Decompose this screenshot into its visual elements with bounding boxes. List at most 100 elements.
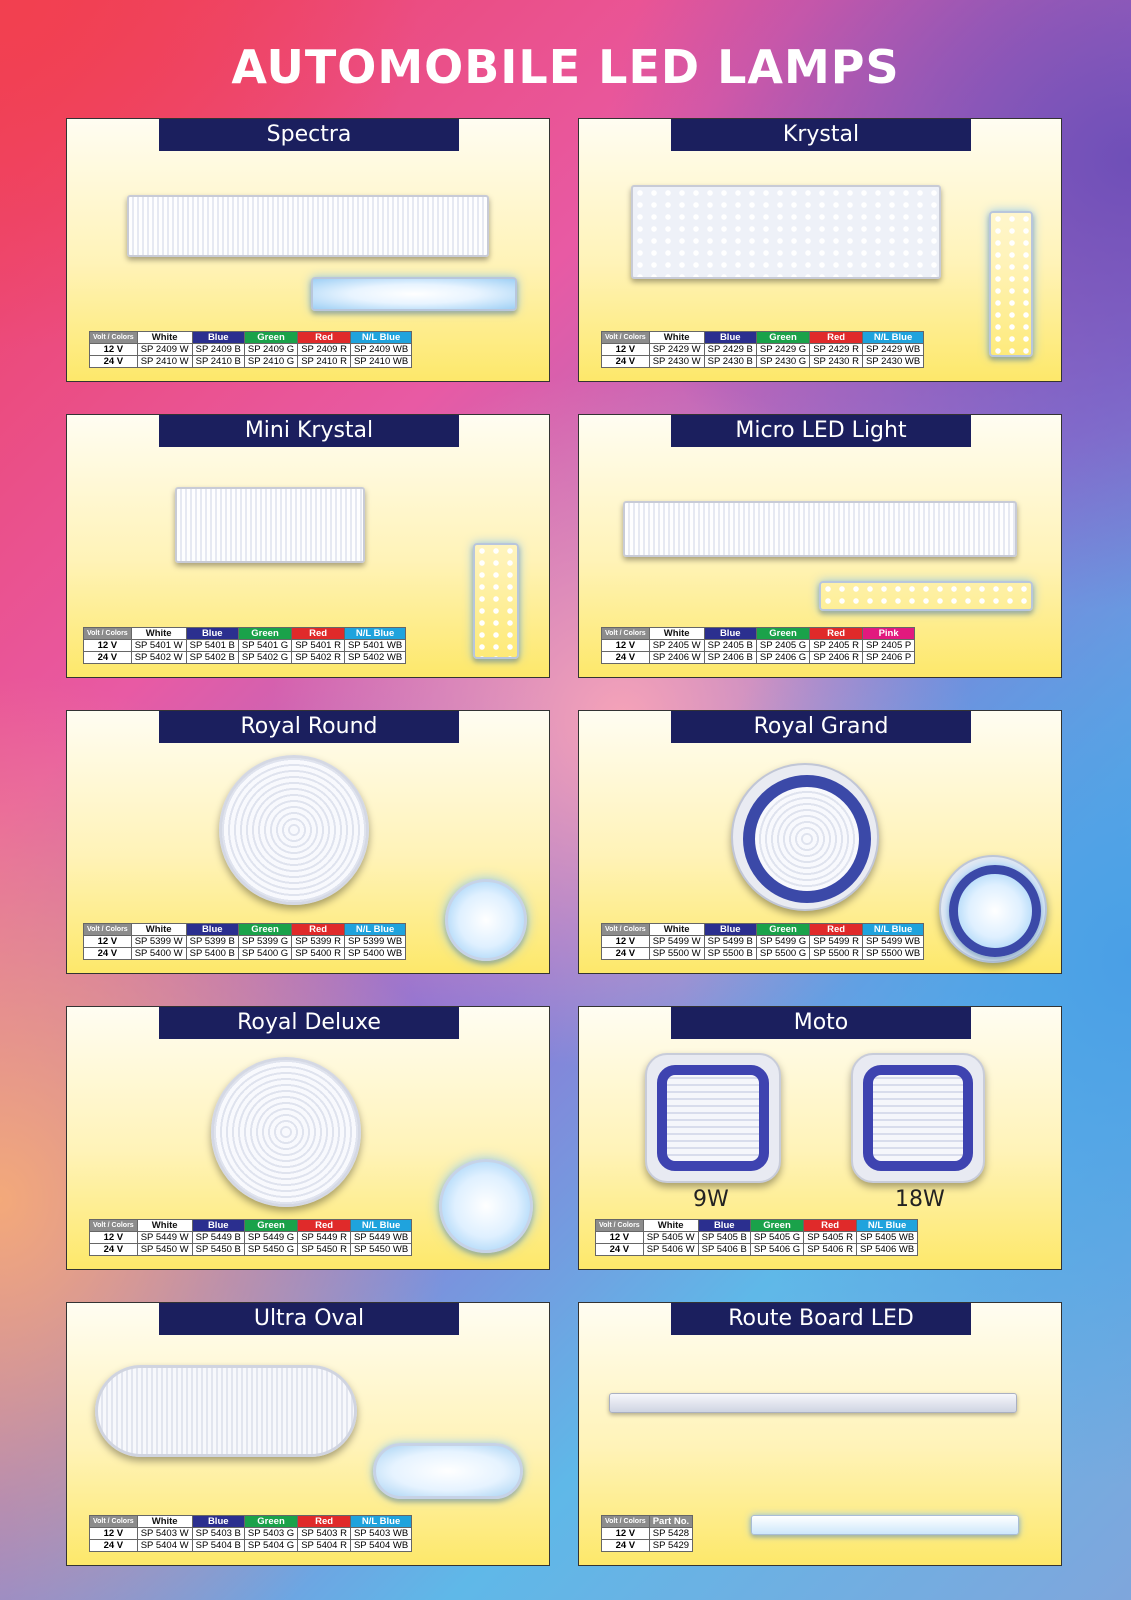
table-cell: White [136, 1515, 193, 1528]
table-cell: Green [755, 923, 811, 936]
table-cell: White [130, 627, 187, 640]
table-cell: SP 5500 R [809, 947, 863, 960]
table-cell: SP 5500 G [755, 947, 811, 960]
table-header-row: Volt / Colors White Blue Green Red N/L Blue [89, 1219, 413, 1232]
table-cell: SP 2430 G [755, 355, 811, 368]
table-cell: SP 2409 W [136, 343, 193, 356]
table-cell: Volt / Colors [83, 923, 132, 936]
table-row: 24 V SP 5450 W SP 5450 B SP 5450 G SP 5450 R… [89, 1243, 413, 1256]
product-image-moto-9w [645, 1053, 781, 1183]
table-cell: SP 5402 W [130, 651, 187, 664]
product-panel-route-board: Route Board LED Volt / Colors Part No. 12… [578, 1302, 1062, 1566]
table-cell: SP 2405 G [755, 639, 811, 652]
product-title: Mini Krystal [159, 415, 459, 447]
table-cell: Red [809, 923, 863, 936]
table-cell: SP 2430 W [648, 355, 705, 368]
table-cell: SP 2405 W [648, 639, 705, 652]
product-panel-krystal: Krystal Volt / Colors White Blue Green Red N/… [578, 118, 1062, 382]
table-row: 12 V SP 5428 [601, 1527, 694, 1540]
product-title: Ultra Oval [159, 1303, 459, 1335]
table-cell: SP 5449 R [297, 1231, 351, 1244]
table-cell: Blue [185, 923, 239, 936]
table-header-row: Volt / Colors White Blue Green Red N/L Blue [601, 331, 925, 344]
product-image-micro-led [623, 501, 1017, 557]
product-image-royal-deluxe [211, 1057, 361, 1207]
table-cell: 12 V [595, 1231, 644, 1244]
table-cell: SP 5500 B [703, 947, 757, 960]
table-cell: SP 5499 WB [861, 935, 925, 948]
table-cell: 12 V [89, 343, 138, 356]
table-header-row: Volt / Colors Part No. [601, 1515, 694, 1528]
table-cell: Red [809, 627, 863, 640]
table-cell: N/L Blue [349, 1515, 413, 1528]
table-cell: SP 5449 B [191, 1231, 245, 1244]
table-cell: SP 5406 G [749, 1243, 805, 1256]
table-cell: SP 5401 G [237, 639, 293, 652]
table-cell: N/L Blue [343, 923, 407, 936]
table-header-row: Volt / Colors White Blue Green Red N/L Blue [83, 627, 407, 640]
table-cell: Volt / Colors [601, 627, 650, 640]
table-cell: SP 5406 W [642, 1243, 699, 1256]
product-title: Royal Deluxe [159, 1007, 459, 1039]
product-image-mini-krystal-lit [473, 543, 519, 659]
product-image-moto-18w [851, 1053, 985, 1183]
table-cell: SP 5499 W [648, 935, 705, 948]
product-title: Moto [671, 1007, 971, 1039]
product-image-ultra-oval [95, 1365, 357, 1457]
table-cell: 12 V [601, 935, 650, 948]
table-row: 24 V SP 5402 W SP 5402 B SP 5402 G SP 5402 R… [83, 651, 407, 664]
table-row: 12 V SP 2405 W SP 2405 B SP 2405 G SP 2405 R… [601, 639, 916, 652]
table-cell: SP 2406 G [755, 651, 811, 664]
table-cell: SP 5449 W [136, 1231, 193, 1244]
table-cell: SP 5403 R [297, 1527, 351, 1540]
table-cell: Blue [191, 1515, 245, 1528]
product-panel-royal-grand: Royal Grand Volt / Colors White Blue Green R… [578, 710, 1062, 974]
table-cell: SP 5399 WB [343, 935, 407, 948]
table-cell: SP 5403 G [243, 1527, 299, 1540]
table-cell: SP 2410 W [136, 355, 193, 368]
table-cell: 12 V [601, 639, 650, 652]
product-image-ultra-oval-lit [373, 1443, 523, 1499]
product-title: Spectra [159, 119, 459, 151]
table-header-row: Volt / Colors White Blue Green Red N/L Blue [89, 331, 413, 344]
table-cell: SP 5401 B [185, 639, 239, 652]
spec-table: Volt / Colors White Blue Green Red N/L Blue 1… [601, 923, 925, 960]
table-cell: Green [755, 331, 811, 344]
table-cell: N/L Blue [349, 1219, 413, 1232]
spec-table: Volt / Colors Part No. 12 V SP 5428 24 V SP… [601, 1515, 694, 1552]
table-cell: SP 2429 B [703, 343, 757, 356]
table-cell: 12 V [83, 935, 132, 948]
table-cell: Volt / Colors [89, 1219, 138, 1232]
product-image-mini-krystal [175, 487, 365, 563]
table-cell: 24 V [83, 947, 132, 960]
table-cell: Red [291, 923, 345, 936]
spec-table: Volt / Colors White Blue Green Red N/L Blue 1… [89, 1219, 413, 1256]
table-row: 12 V SP 5401 W SP 5401 B SP 5401 G SP 5401 R… [83, 639, 407, 652]
table-cell: White [136, 1219, 193, 1232]
spec-table: Volt / Colors White Blue Green Red N/L Blue 1… [89, 1515, 413, 1552]
table-cell: SP 5405 WB [855, 1231, 919, 1244]
table-cell: SP 5399 W [130, 935, 187, 948]
table-cell: N/L Blue [855, 1219, 919, 1232]
product-image-royal-round-lit [445, 879, 527, 961]
table-cell: Red [297, 331, 351, 344]
table-cell: SP 5499 G [755, 935, 811, 948]
table-cell: 24 V [83, 651, 132, 664]
wattage-label: 18W [895, 1187, 945, 1212]
table-cell: SP 5450 G [243, 1243, 299, 1256]
table-cell: SP 5500 W [648, 947, 705, 960]
table-cell: SP 5428 [648, 1527, 694, 1540]
table-row: 24 V SP 5400 W SP 5400 B SP 5400 G SP 5400 R… [83, 947, 407, 960]
table-cell: 24 V [89, 1539, 138, 1552]
table-row: 12 V SP 5499 W SP 5499 B SP 5499 G SP 5499 R… [601, 935, 925, 948]
table-row: 12 V SP 2409 W SP 2409 B SP 2409 G SP 2409 R… [89, 343, 413, 356]
product-title: Royal Grand [671, 711, 971, 743]
table-cell: N/L Blue [343, 627, 407, 640]
table-cell: SP 5499 B [703, 935, 757, 948]
product-panel-ultra-oval: Ultra Oval Volt / Colors White Blue Green Re… [66, 1302, 550, 1566]
table-header-row: Volt / Colors White Blue Green Red N/L Blue [83, 923, 407, 936]
table-cell: SP 5404 G [243, 1539, 299, 1552]
table-cell: SP 5449 G [243, 1231, 299, 1244]
table-cell: 24 V [601, 947, 650, 960]
spec-table: Volt / Colors White Blue Green Red N/L Blue 1… [83, 923, 407, 960]
